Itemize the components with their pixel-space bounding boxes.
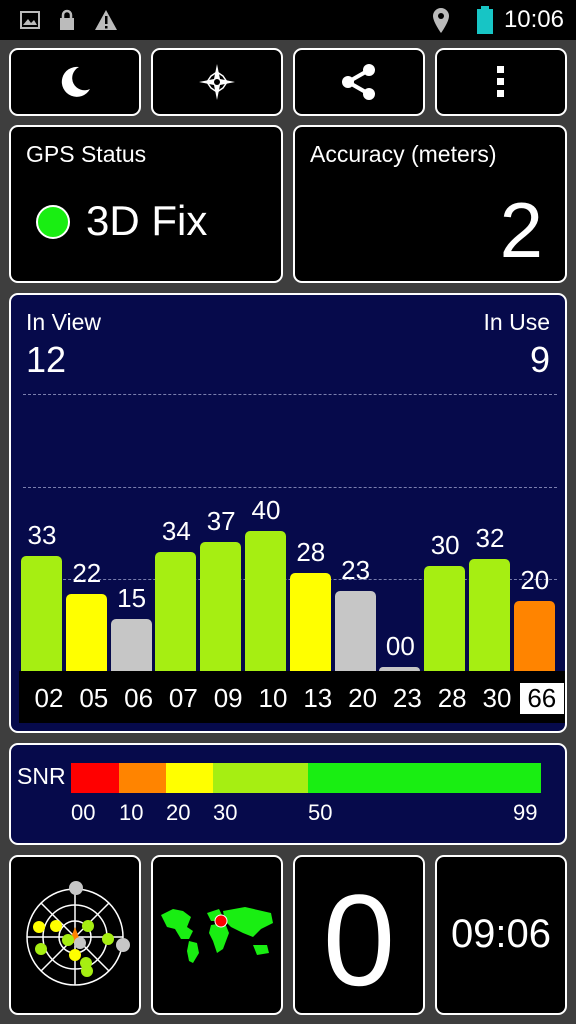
world-map-button[interactable] <box>151 855 283 1015</box>
fix-indicator <box>36 205 70 239</box>
satellite-prn-02[interactable]: 02 <box>27 683 71 714</box>
snr-value-20: 23 <box>341 554 371 585</box>
sky-view-radar-icon <box>26 881 130 986</box>
snr-tick-30: 30 <box>213 800 238 825</box>
snr-bar-05 <box>65 594 107 671</box>
snr-value-06: 15 <box>117 582 147 613</box>
snr-value-09: 37 <box>206 505 236 536</box>
gps-fix-value: 3D Fix <box>86 197 208 244</box>
snr-value-30: 32 <box>475 523 505 553</box>
snr-bar-66 <box>513 601 555 671</box>
share-icon <box>342 64 375 100</box>
moon-icon <box>61 66 90 97</box>
gps-time-value: 09:06 <box>450 912 552 956</box>
overflow-menu-button[interactable] <box>435 48 567 116</box>
status-bar: 10:06 <box>0 0 576 40</box>
accuracy-card[interactable]: Accuracy (meters) 2 <box>293 125 567 283</box>
gps-status-card[interactable]: GPS Status 3D Fix <box>9 125 283 283</box>
gps-status-label: GPS Status <box>26 141 147 167</box>
snr-bar-10 <box>245 531 286 671</box>
snr-value-23: 00 <box>385 631 415 661</box>
satellite-prn-06[interactable]: 06 <box>117 683 161 714</box>
lock-icon <box>60 9 74 30</box>
snr-tick-20: 20 <box>166 800 191 825</box>
satellite-count-value: 0 <box>322 867 396 1013</box>
battery-icon <box>477 6 493 34</box>
grid-line <box>23 394 557 395</box>
snr-bar-13 <box>289 573 331 671</box>
night-mode-button[interactable] <box>9 48 141 116</box>
status-time: 10:06 <box>503 6 564 33</box>
satellite-count-card[interactable]: 0 <box>293 855 425 1015</box>
snr-segment <box>71 763 119 793</box>
snr-tick-10: 10 <box>119 800 144 825</box>
world-map-icon <box>161 907 273 963</box>
overflow-menu-icon <box>497 66 504 97</box>
satellite-prn-05[interactable]: 05 <box>72 683 116 714</box>
satellite-prn-10[interactable]: 10 <box>251 683 295 714</box>
snr-label: SNR <box>17 763 66 789</box>
accuracy-value: 2 <box>499 186 543 274</box>
time-card[interactable]: 09:06 <box>435 855 567 1015</box>
satellite-id-row: 02 05 06 07 09 10 13 20 23 28 30 66 <box>19 671 565 723</box>
satellite-prn-09[interactable]: 09 <box>206 683 250 714</box>
satellite-prn-07[interactable]: 07 <box>161 683 205 714</box>
snr-bar-02 <box>21 555 62 671</box>
in-use-label: In Use <box>483 309 550 335</box>
snr-legend-card: SNR 00 10 20 30 50 99 <box>9 743 567 845</box>
grid-line <box>23 487 557 488</box>
snr-value-66: 20 <box>520 565 550 595</box>
in-view-count: 12 <box>26 339 67 380</box>
snr-bar-09 <box>200 541 242 671</box>
snr-bar-30 <box>469 559 510 671</box>
in-use-count: 9 <box>529 339 550 380</box>
warning-icon <box>95 10 117 30</box>
snr-value-10: 40 <box>251 495 281 525</box>
snr-value-05: 22 <box>72 558 102 588</box>
satellite-signal-card[interactable]: In View 12 In Use 9 33 22 15 34 37 40 28 23 00 30… <box>9 293 567 733</box>
snr-tick-00: 00 <box>71 800 96 825</box>
sky-view-button[interactable] <box>9 855 141 1015</box>
snr-value-02: 33 <box>27 519 57 550</box>
snr-value-07: 34 <box>161 516 191 546</box>
satellite-prn-28[interactable]: 28 <box>430 683 474 714</box>
satellite-prn-20[interactable]: 20 <box>341 683 385 714</box>
snr-segment <box>119 763 166 793</box>
snr-value-13: 28 <box>296 537 326 567</box>
image-icon <box>20 11 40 29</box>
snr-tick-99: 99 <box>513 800 538 825</box>
satellite-prn-13[interactable]: 13 <box>296 683 340 714</box>
snr-bar-20 <box>334 590 376 671</box>
satellite-prn-66[interactable]: 66 <box>519 683 564 714</box>
snr-segment <box>213 763 308 793</box>
satellite-prn-23[interactable]: 23 <box>385 683 429 714</box>
snr-tick-50: 50 <box>308 800 333 825</box>
share-button[interactable] <box>293 48 425 116</box>
snr-bar-07 <box>155 552 197 671</box>
snr-segment <box>308 763 541 793</box>
compass-icon <box>199 64 235 100</box>
snr-value-28: 30 <box>430 530 460 560</box>
accuracy-label: Accuracy (meters) <box>310 141 497 167</box>
location-pin-icon <box>433 8 449 33</box>
snr-bar-06 <box>110 618 152 671</box>
in-view-label: In View <box>26 309 102 335</box>
compass-button[interactable] <box>151 48 283 116</box>
satellite-prn-30[interactable]: 30 <box>475 683 519 714</box>
snr-segment <box>166 763 213 793</box>
snr-bar-28 <box>424 566 466 671</box>
